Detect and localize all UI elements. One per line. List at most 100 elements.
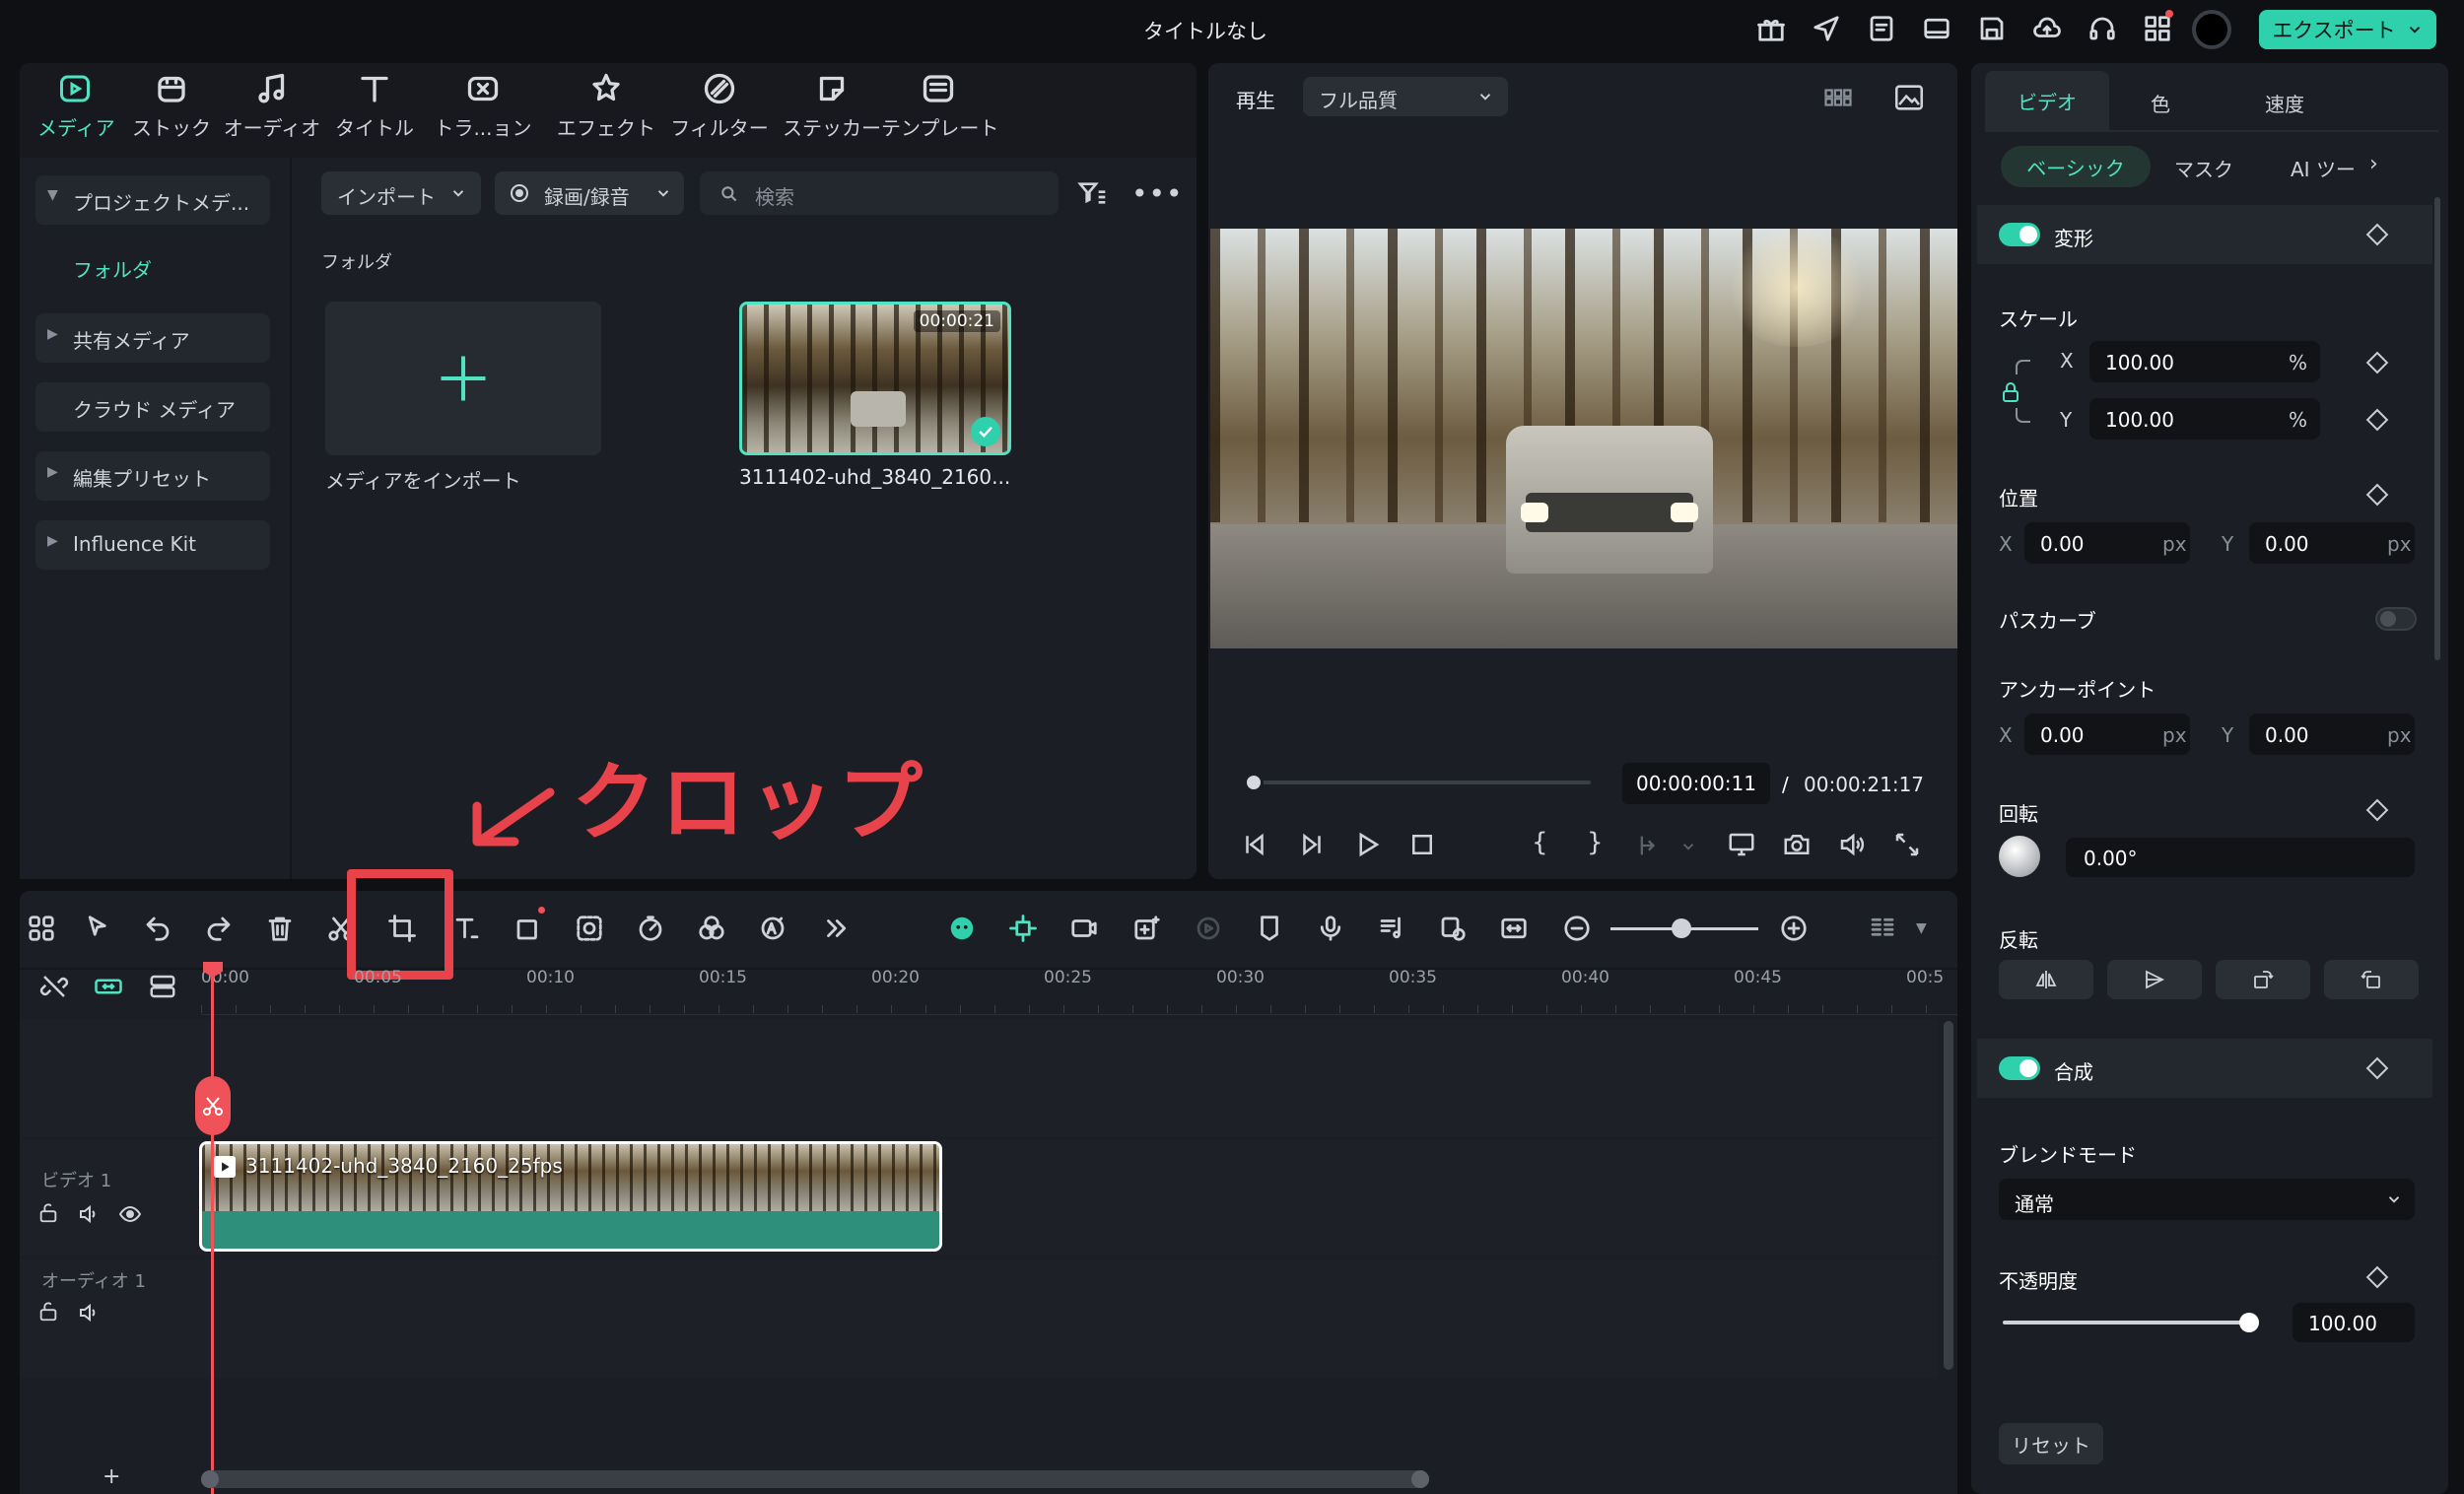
tab-filter[interactable]: フィルター	[662, 71, 777, 150]
eye-icon[interactable]	[118, 1202, 142, 1230]
tab-color[interactable]: 色	[2151, 89, 2170, 117]
chevron-down-icon[interactable]	[1679, 838, 1697, 859]
sidebar-item-edit-preset[interactable]: ▶ 編集プリセット	[35, 451, 270, 501]
subtab-mask[interactable]: マスク	[2174, 154, 2233, 182]
sidebar-item-folder[interactable]: フォルダ	[73, 254, 152, 283]
reset-button[interactable]: リセット	[1999, 1423, 2103, 1464]
color-icon[interactable]	[690, 907, 733, 950]
scrollbar-right-handle[interactable]	[1411, 1470, 1429, 1488]
layout-icon[interactable]	[1922, 14, 1951, 47]
add-clip-icon[interactable]	[1126, 907, 1169, 950]
position-x-field[interactable]: 0.00 px	[2024, 522, 2190, 564]
link-track-icon[interactable]	[93, 972, 124, 1005]
composite-toggle[interactable]	[1999, 1056, 2040, 1080]
flip-horizontal-button[interactable]	[1999, 960, 2093, 999]
mark-in-icon[interactable]: {	[1532, 828, 1548, 857]
subtab-ai-tools[interactable]: AI ツー	[2291, 154, 2356, 182]
inspector-scrollbar[interactable]	[2434, 197, 2440, 660]
subtab-basic[interactable]: ベーシック	[2001, 146, 2151, 187]
volume-icon[interactable]	[77, 1202, 101, 1230]
render-icon[interactable]	[1187, 907, 1230, 950]
layout-grid-icon[interactable]	[20, 907, 63, 950]
stop-icon[interactable]	[1407, 830, 1437, 863]
anchor-x-field[interactable]: 0.00 px	[2024, 713, 2190, 755]
add-track-icon[interactable]	[148, 972, 177, 1005]
monitor-icon[interactable]	[1727, 830, 1756, 863]
preview-video[interactable]	[1210, 229, 1957, 648]
lock-icon[interactable]	[1999, 380, 2022, 408]
undo-icon[interactable]	[136, 907, 179, 950]
timeline-scrollbar[interactable]	[1944, 1021, 1953, 1370]
import-dropdown[interactable]: インポート	[321, 171, 481, 215]
search-input[interactable]: 検索	[700, 171, 1059, 215]
volume-icon[interactable]	[1837, 830, 1867, 863]
lock-icon[interactable]	[37, 1301, 59, 1326]
timeline-video-clip[interactable]: 3111402-uhd_3840_2160_25fps	[199, 1141, 942, 1252]
cloud-upload-icon[interactable]	[2032, 14, 2062, 47]
ai-assistant-icon[interactable]	[940, 907, 984, 950]
gift-icon[interactable]	[1756, 14, 1786, 47]
grid-view-icon[interactable]	[1821, 83, 1855, 116]
snap-icon[interactable]	[1001, 907, 1045, 950]
play-icon[interactable]	[1352, 830, 1382, 863]
next-frame-icon[interactable]	[1297, 830, 1327, 863]
chevron-down-icon[interactable]: ▼	[1916, 920, 1927, 936]
fullscreen-icon[interactable]	[1892, 830, 1922, 863]
redo-icon[interactable]	[197, 907, 240, 950]
tab-transition[interactable]: トラ...ョン	[434, 71, 532, 150]
marker-icon[interactable]	[1248, 907, 1291, 950]
sidebar-item-shared-media[interactable]: ▶ 共有メディア	[35, 313, 270, 363]
tab-audio[interactable]: オーディオ	[223, 71, 321, 150]
audio-mixer-icon[interactable]	[1370, 907, 1413, 950]
tab-title[interactable]: タイトル	[329, 71, 420, 150]
shape-icon[interactable]	[507, 907, 550, 950]
horizontal-scrollbar[interactable]	[201, 1470, 1429, 1488]
text-tool-icon[interactable]	[445, 907, 489, 950]
playhead-scissors-button[interactable]	[195, 1076, 231, 1135]
sidebar-item-project-media[interactable]: ▼ プロジェクトメデ...	[35, 175, 270, 225]
rotation-field[interactable]: 0.00°	[2066, 838, 2415, 877]
ai-tool-icon[interactable]	[751, 907, 794, 950]
track-options-icon[interactable]	[1861, 907, 1904, 950]
insert-icon[interactable]	[1636, 832, 1664, 863]
apps-icon[interactable]	[2143, 14, 2172, 47]
prev-frame-icon[interactable]	[1240, 830, 1269, 863]
sidebar-item-cloud-media[interactable]: クラウド メディア	[35, 382, 270, 432]
filter-sort-icon[interactable]	[1076, 177, 1108, 213]
unlink-icon[interactable]	[39, 972, 69, 1005]
camera-icon[interactable]	[1782, 830, 1812, 863]
position-y-field[interactable]: 0.00 px	[2249, 522, 2415, 564]
flip-vertical-button[interactable]	[2107, 960, 2202, 999]
record-dropdown[interactable]: 録画/録音	[495, 171, 684, 215]
add-track-button[interactable]: +	[103, 1464, 120, 1489]
scale-x-field[interactable]: 100.00 %	[2089, 341, 2320, 382]
tab-video[interactable]: ビデオ	[1985, 71, 2109, 130]
media-clip-thumbnail[interactable]: 00:00:21	[739, 302, 1011, 455]
tab-template[interactable]: テンプレート	[881, 71, 998, 150]
more-tools-icon[interactable]	[814, 907, 857, 950]
auto-highlight-icon[interactable]	[1431, 907, 1474, 950]
speed-icon[interactable]	[629, 907, 672, 950]
save-icon[interactable]	[1977, 14, 2007, 47]
chevron-right-icon[interactable]: ›	[2369, 152, 2378, 176]
tab-sticker[interactable]: ステッカー	[775, 71, 889, 150]
opacity-field[interactable]: 100.00	[2293, 1303, 2415, 1342]
opacity-slider-track[interactable]	[2003, 1313, 2259, 1332]
avatar[interactable]	[2192, 10, 2231, 49]
snapshot-view-icon[interactable]	[1892, 81, 1926, 118]
headset-icon[interactable]	[2088, 14, 2117, 47]
send-icon[interactable]	[1812, 14, 1841, 47]
tab-speed[interactable]: 速度	[2265, 89, 2304, 117]
import-media-tile[interactable]	[325, 302, 601, 455]
scale-y-field[interactable]: 100.00 %	[2089, 398, 2320, 440]
path-curve-toggle[interactable]	[2375, 607, 2417, 631]
anchor-y-field[interactable]: 0.00 px	[2249, 713, 2415, 755]
mark-out-icon[interactable]: }	[1587, 828, 1604, 857]
quality-dropdown[interactable]: フル品質	[1303, 77, 1508, 116]
mask-tool-icon[interactable]	[568, 907, 611, 950]
blend-mode-select[interactable]: 通常	[1999, 1179, 2415, 1220]
zoom-in-icon[interactable]	[1772, 907, 1815, 950]
select-tool-icon[interactable]	[77, 907, 120, 950]
preview-progress-track[interactable]	[1252, 781, 1591, 784]
lock-icon[interactable]	[37, 1202, 59, 1228]
